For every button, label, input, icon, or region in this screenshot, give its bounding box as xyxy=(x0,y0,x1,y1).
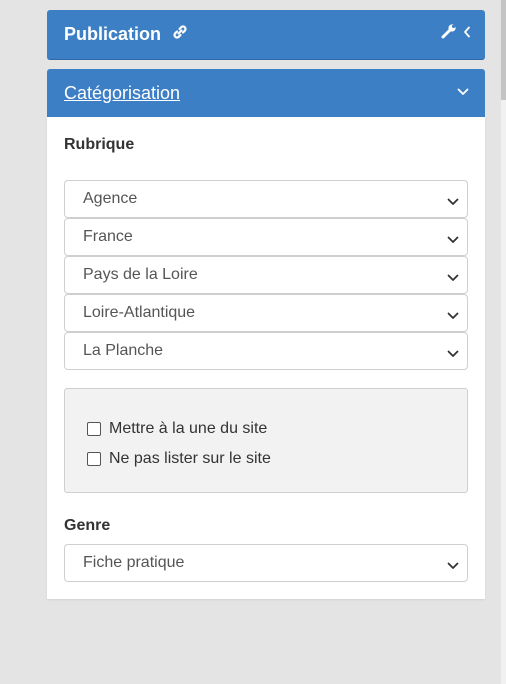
chevron-down-icon xyxy=(447,269,459,287)
publication-panel-header[interactable]: Publication xyxy=(47,10,485,60)
chevron-left-icon[interactable] xyxy=(463,25,471,43)
chevron-down-icon xyxy=(447,307,459,325)
select-value: France xyxy=(83,228,133,245)
select-value: La Planche xyxy=(83,342,164,359)
rubrique-select-4[interactable]: Loire-Atlantique xyxy=(64,294,468,332)
rubrique-label: Rubrique xyxy=(64,136,135,153)
categorisation-panel-body: Rubrique Agence France Pays de la Loire … xyxy=(47,117,485,599)
genre-select[interactable]: Fiche pratique xyxy=(64,544,468,582)
option-une[interactable]: Mettre à la une du site xyxy=(87,420,267,438)
option-ne-pas-lister[interactable]: Ne pas lister sur le site xyxy=(87,450,271,468)
select-value: Agence xyxy=(83,190,138,207)
display-options-box: Mettre à la une du site Ne pas lister su… xyxy=(64,388,468,493)
option-label: Mettre à la une du site xyxy=(109,420,268,437)
option-label: Ne pas lister sur le site xyxy=(109,450,271,467)
publication-title: Publication xyxy=(64,24,162,44)
chevron-down-icon[interactable] xyxy=(457,83,469,101)
select-value: Pays de la Loire xyxy=(83,266,198,283)
genre-label: Genre xyxy=(64,517,111,534)
rubrique-select-1[interactable]: Agence xyxy=(64,180,468,218)
categorisation-title[interactable]: Catégorisation xyxy=(64,83,180,104)
rubrique-select-2[interactable]: France xyxy=(64,218,468,256)
chevron-down-icon xyxy=(447,345,459,363)
chevron-down-icon xyxy=(447,231,459,249)
checkbox-ne-pas-lister[interactable] xyxy=(87,452,101,466)
checkbox-une[interactable] xyxy=(87,422,101,436)
categorisation-panel-header[interactable]: Catégorisation xyxy=(47,69,485,117)
chevron-down-icon xyxy=(447,193,459,211)
scrollbar[interactable] xyxy=(501,0,506,684)
link-icon[interactable] xyxy=(171,23,189,46)
chevron-down-icon xyxy=(447,557,459,575)
select-value: Fiche pratique xyxy=(83,554,185,571)
scrollbar-thumb[interactable] xyxy=(501,0,506,100)
rubrique-select-5[interactable]: La Planche xyxy=(64,332,468,370)
select-value: Loire-Atlantique xyxy=(83,304,196,321)
rubrique-select-3[interactable]: Pays de la Loire xyxy=(64,256,468,294)
wrench-icon[interactable] xyxy=(441,23,457,44)
